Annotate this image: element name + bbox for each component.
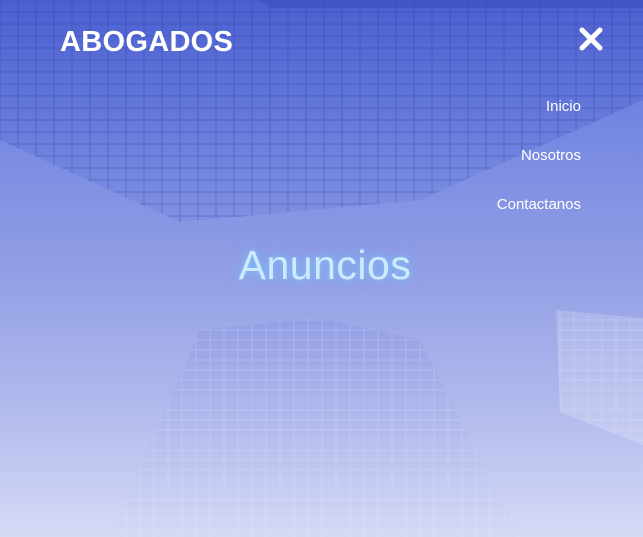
close-menu-button[interactable]	[576, 24, 606, 54]
brand-logo-text[interactable]: ABOGADOS	[60, 26, 233, 59]
nav-link-nosotros[interactable]: Nosotros	[521, 147, 581, 164]
hero-title: Anuncios	[238, 242, 412, 288]
nav-link-inicio[interactable]: Inicio	[546, 98, 581, 115]
nav-item-contactanos: Contactanos	[497, 194, 581, 243]
nav-item-nosotros: Nosotros	[497, 145, 581, 194]
hero-section: ABOGADOS Inicio Nosotros Contactanos Anu…	[0, 0, 643, 537]
nav-link-contactanos[interactable]: Contactanos	[497, 196, 581, 213]
close-x-icon	[579, 27, 603, 51]
main-nav-menu: Inicio Nosotros Contactanos	[497, 96, 581, 243]
nav-item-inicio: Inicio	[497, 96, 581, 145]
